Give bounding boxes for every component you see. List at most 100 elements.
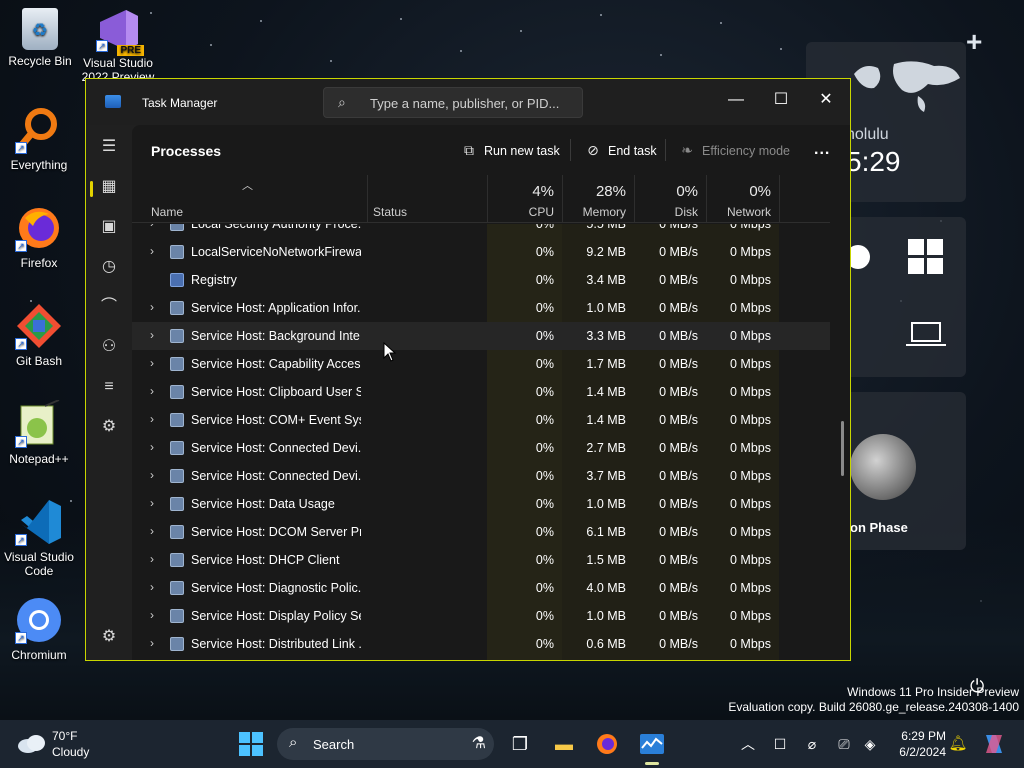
process-row[interactable]: › Service Host: Data Usage 0% 1.0 MB 0 MB/s 0…: [132, 490, 830, 518]
process-row[interactable]: › Service Host: Connected Devi... 0% 2.7 MB…: [132, 434, 830, 462]
process-row[interactable]: › Service Host: Capability Acces... 0% 1.7 …: [132, 350, 830, 378]
column-headers: ︿ Name Status 4% CPU 28% Memory 0% Disk: [132, 175, 830, 223]
desktop-icon-chromium[interactable]: ↗ Chromium: [0, 596, 79, 662]
process-row[interactable]: › Service Host: DCOM Server Pr... 0% 6.1 MB…: [132, 518, 830, 546]
vertical-scrollbar[interactable]: [841, 421, 844, 476]
expand-chevron-icon[interactable]: ›: [150, 328, 162, 342]
process-row[interactable]: › Service Host: Application Infor... 0% 1.0…: [132, 294, 830, 322]
process-row[interactable]: › Local Security Authority Proce... 0% 5.5 …: [132, 224, 830, 238]
copilot-button[interactable]: [978, 728, 1010, 760]
desktop-icon-everything[interactable]: ↗ Everything: [0, 106, 79, 172]
process-row[interactable]: › Service Host: COM+ Event Sys... 0% 1.4 MB…: [132, 406, 830, 434]
tray-app-icon[interactable]: ☐: [764, 728, 796, 760]
process-row[interactable]: › Service Host: Connected Devi... 0% 3.7 MB…: [132, 462, 830, 490]
end-task-button[interactable]: ⊘ End task: [584, 139, 657, 161]
minimize-button[interactable]: —: [714, 85, 758, 115]
task-manager-window[interactable]: Task Manager ⌕ — ☐ ✕ ☰ ▦ ▣ ◷ ⌒ ⚇ ≡ ⚙ ⚙ P…: [85, 78, 851, 661]
desktop-icon-label: Notepad++: [9, 452, 69, 466]
process-cpu: 0%: [535, 497, 554, 511]
expand-chevron-icon[interactable]: ›: [150, 636, 162, 650]
firefox-taskbar-button[interactable]: [591, 728, 623, 760]
title-bar[interactable]: Task Manager ⌕ — ☐ ✕: [86, 79, 850, 125]
process-row[interactable]: › Service Host: Distributed Link ... 0% 0.6…: [132, 630, 830, 658]
expand-chevron-icon[interactable]: ›: [150, 608, 162, 622]
process-row[interactable]: › Service Host: Background Inte... 0% 3.3 M…: [132, 322, 830, 350]
search-input[interactable]: [370, 93, 570, 113]
desktop-icon-git-bash[interactable]: ↗ Git Bash: [0, 302, 79, 368]
run-new-task-button[interactable]: ⧉ Run new task: [460, 139, 560, 161]
hamburger-menu-icon[interactable]: ☰: [92, 131, 126, 163]
process-row[interactable]: › Service Host: DHCP Client 0% 1.5 MB 0 MB/s…: [132, 546, 830, 574]
process-network: 0 Mbps: [730, 609, 771, 623]
search-box[interactable]: ⌕: [323, 87, 583, 118]
nav-details-icon[interactable]: ≡: [92, 371, 126, 403]
process-row[interactable]: › Service Host: Display Policy Se... 0% 1.0…: [132, 602, 830, 630]
process-row[interactable]: Registry 0% 3.4 MB 0 MB/s 0 Mbps: [132, 266, 830, 294]
expand-chevron-icon[interactable]: ›: [150, 440, 162, 454]
process-row[interactable]: › Service Host: Clipboard User S... 0% 1.4 …: [132, 378, 830, 406]
system-clock[interactable]: 6:29 PM 6/2/2024: [886, 728, 946, 760]
processes-panel: Processes ⧉ Run new task ⊘ End task ❧ Effic…: [132, 125, 850, 660]
nav-startup-apps-icon[interactable]: ⌒: [92, 291, 126, 323]
column-network[interactable]: 0% Network: [706, 175, 779, 223]
column-name-label: Name: [151, 205, 184, 219]
nav-processes-icon[interactable]: ▦: [92, 171, 126, 203]
notifications-button[interactable]: 🔔︎: [942, 728, 974, 760]
nav-performance-icon[interactable]: ▣: [92, 211, 126, 243]
process-row[interactable]: › LocalServiceNoNetworkFirewa... 0% 9.2 MB 0…: [132, 238, 830, 266]
shortcut-arrow-icon: ↗: [15, 338, 27, 350]
desktop-icon-visual-studio-preview[interactable]: PRE ↗ Visual Studio 2022 Preview: [78, 8, 158, 84]
column-status[interactable]: Status: [367, 175, 487, 223]
start-button[interactable]: [235, 728, 267, 760]
expand-chevron-icon[interactable]: ›: [150, 412, 162, 426]
show-hidden-icons-button[interactable]: ︿: [732, 728, 764, 760]
add-widget-icon[interactable]: +: [966, 26, 982, 58]
desktop-icon-label: Recycle Bin: [8, 54, 72, 68]
column-memory[interactable]: 28% Memory: [562, 175, 634, 223]
nav-app-history-icon[interactable]: ◷: [92, 251, 126, 283]
expand-chevron-icon[interactable]: ›: [150, 524, 162, 538]
process-row[interactable]: › Service Host: Diagnostic Polic... 0% 4.0 …: [132, 574, 830, 602]
desktop-icon-vscode[interactable]: ↗ Visual Studio Code: [0, 498, 79, 578]
expand-chevron-icon[interactable]: ›: [150, 468, 162, 482]
desktop-icon-firefox[interactable]: ↗ Firefox: [0, 204, 79, 270]
task-view-button[interactable]: ❐: [504, 728, 536, 760]
desktop-icon-notepad-plus-plus[interactable]: ↗ Notepad++: [0, 399, 79, 466]
expand-chevron-icon[interactable]: ›: [150, 224, 162, 230]
settings-icon[interactable]: ⚙: [92, 621, 126, 653]
column-disk[interactable]: 0% Disk: [634, 175, 706, 223]
expand-chevron-icon[interactable]: ›: [150, 300, 162, 314]
expand-chevron-icon[interactable]: ›: [150, 384, 162, 398]
efficiency-mode-button[interactable]: ❧ Efficiency mode: [678, 139, 790, 161]
desktop-icon-recycle-bin[interactable]: ♻ Recycle Bin: [0, 8, 80, 68]
efficiency-mode-label: Efficiency mode: [702, 144, 791, 158]
close-button[interactable]: ✕: [804, 85, 848, 115]
expand-chevron-icon[interactable]: ›: [150, 580, 162, 594]
more-options-button[interactable]: ...: [814, 139, 830, 161]
expand-chevron-icon[interactable]: ›: [150, 356, 162, 370]
taskbar-search-box[interactable]: ⌕ Search ⚗: [277, 728, 494, 760]
process-memory: 0.6 MB: [586, 637, 626, 651]
expand-chevron-icon[interactable]: ›: [150, 552, 162, 566]
column-name[interactable]: Name: [145, 175, 367, 223]
weather-temperature: 70°F: [52, 729, 78, 743]
process-memory: 3.7 MB: [586, 469, 626, 483]
tray-network-icon[interactable]: ⌀: [796, 728, 828, 760]
file-explorer-button[interactable]: ▬: [548, 728, 580, 760]
nav-services-icon[interactable]: ⚙: [92, 411, 126, 443]
chevron-up-icon: ︿: [741, 736, 755, 752]
expand-chevron-icon[interactable]: ›: [150, 244, 162, 258]
windows-logo-icon: [908, 239, 943, 274]
maximize-button[interactable]: ☐: [759, 85, 803, 115]
nav-users-icon[interactable]: ⚇: [92, 331, 126, 363]
column-cpu[interactable]: 4% CPU: [487, 175, 562, 223]
process-list[interactable]: › Local Security Authority Proce... 0% 5.5 …: [132, 224, 830, 660]
task-manager-taskbar-button[interactable]: [636, 728, 668, 760]
process-icon: [170, 329, 184, 343]
copilot-icon: [986, 735, 1002, 753]
tray-volume-icon[interactable]: ◈: [854, 728, 886, 760]
expand-chevron-icon[interactable]: ›: [150, 496, 162, 510]
bell-icon: 🔔︎: [948, 735, 968, 752]
shortcut-arrow-icon: ↗: [15, 142, 27, 154]
network-off-icon: ⌀: [807, 736, 817, 752]
